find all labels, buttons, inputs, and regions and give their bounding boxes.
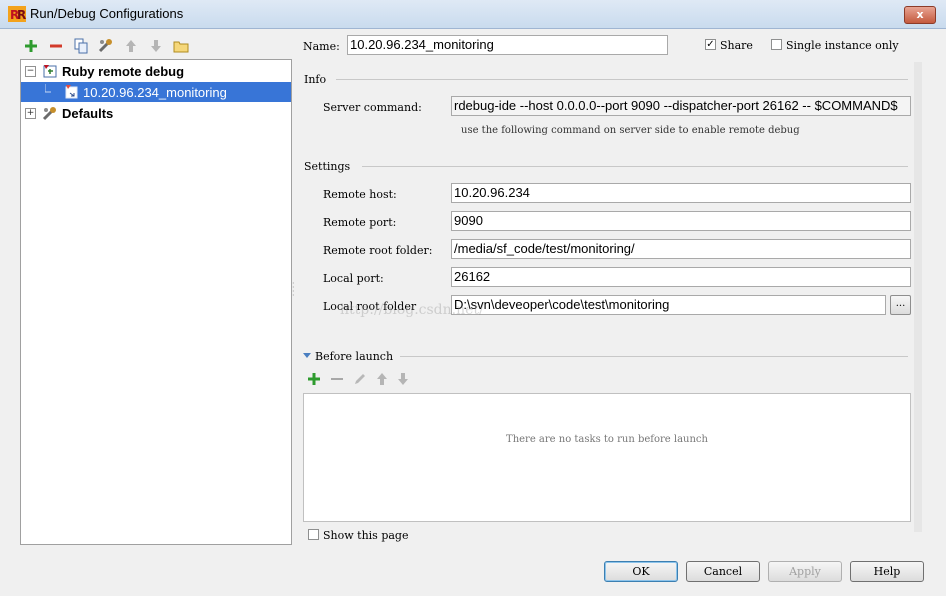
watermark-text: http://blog.csdn.net/ [340, 302, 484, 318]
local-port-input[interactable]: 26162 [451, 267, 911, 287]
rubymine-app-icon: R R [8, 6, 26, 22]
window-title: Run/Debug Configurations [30, 6, 184, 21]
tree-group-defaults[interactable]: + Defaults [21, 103, 291, 123]
title-bar: R R Run/Debug Configurations x [0, 0, 946, 29]
close-button[interactable]: x [904, 6, 936, 24]
tree-item-label: 10.20.96.234_monitoring [83, 84, 227, 100]
expand-icon[interactable]: + [25, 107, 36, 119]
show-page-checkbox[interactable] [308, 529, 319, 540]
help-button[interactable]: Help [850, 561, 924, 582]
ok-button[interactable]: OK [604, 561, 678, 582]
config-tree: − Ruby remote debug 10.20.96.234_monitor… [20, 59, 292, 545]
server-command-hint: use the following command on server side… [461, 125, 800, 136]
remote-host-input[interactable]: 10.20.96.234 [451, 183, 911, 203]
browse-button[interactable]: ... [890, 295, 911, 315]
server-command-field[interactable]: rdebug-ide --host 0.0.0.0--port 9090 --d… [451, 96, 911, 116]
move-task-up-icon[interactable] [376, 372, 388, 386]
remote-root-label: Remote root folder: [323, 244, 433, 257]
splitter-handle[interactable]: · · · · [292, 280, 296, 300]
remote-host-label: Remote host: [323, 188, 397, 201]
remove-task-icon[interactable] [330, 372, 344, 386]
name-label: Name: [303, 40, 340, 53]
copy-icon[interactable] [72, 37, 90, 55]
move-down-icon[interactable] [147, 37, 165, 55]
edit-task-icon[interactable] [353, 372, 367, 386]
tree-group-label: Ruby remote debug [62, 63, 185, 79]
before-launch-toolbar [307, 372, 409, 386]
collapse-icon[interactable]: − [25, 65, 36, 77]
info-divider [336, 79, 908, 80]
local-port-label: Local port: [323, 272, 384, 285]
cancel-button[interactable]: Cancel [686, 561, 760, 582]
before-launch-divider [400, 356, 908, 357]
tree-connector-icon [45, 84, 51, 93]
add-task-icon[interactable] [307, 372, 321, 386]
tree-defaults-label: Defaults [62, 105, 114, 121]
defaults-icon [42, 107, 56, 121]
share-checkbox[interactable]: ✓ [705, 39, 716, 50]
empty-tasks-text: There are no tasks to run before launch [506, 434, 708, 445]
folder-icon[interactable] [172, 37, 190, 55]
move-up-icon[interactable] [122, 37, 140, 55]
remove-icon[interactable] [47, 37, 65, 55]
svg-text:R: R [17, 8, 26, 22]
remote-config-icon [65, 85, 78, 99]
settings-section-title: Settings [304, 160, 351, 173]
server-command-label: Server command: [323, 101, 422, 114]
ruby-remote-debug-icon [43, 65, 57, 78]
edit-defaults-icon[interactable] [97, 37, 115, 55]
tree-item-config[interactable]: 10.20.96.234_monitoring [21, 82, 291, 102]
remote-port-label: Remote port: [323, 216, 397, 229]
before-launch-title[interactable]: Before launch [315, 350, 393, 363]
form-scrollbar[interactable] [914, 62, 922, 532]
info-section-title: Info [304, 73, 327, 86]
local-root-input[interactable]: D:\svn\deveoper\code\test\monitoring [451, 295, 886, 315]
name-input[interactable]: 10.20.96.234_monitoring [347, 35, 668, 55]
single-instance-label: Single instance only [786, 39, 899, 52]
settings-divider [362, 166, 908, 167]
share-label: Share [720, 39, 753, 52]
collapse-triangle-icon[interactable] [303, 352, 311, 360]
remote-root-input[interactable]: /media/sf_code/test/monitoring/ [451, 239, 911, 259]
remote-port-input[interactable]: 9090 [451, 211, 911, 231]
tree-group-ruby-remote-debug[interactable]: − Ruby remote debug [21, 61, 291, 81]
apply-button[interactable]: Apply [768, 561, 842, 582]
before-launch-task-list[interactable]: There are no tasks to run before launch [303, 393, 911, 522]
single-instance-checkbox[interactable] [771, 39, 782, 50]
config-toolbar [22, 36, 190, 56]
move-task-down-icon[interactable] [397, 372, 409, 386]
show-page-label: Show this page [323, 529, 409, 542]
add-icon[interactable] [22, 37, 40, 55]
